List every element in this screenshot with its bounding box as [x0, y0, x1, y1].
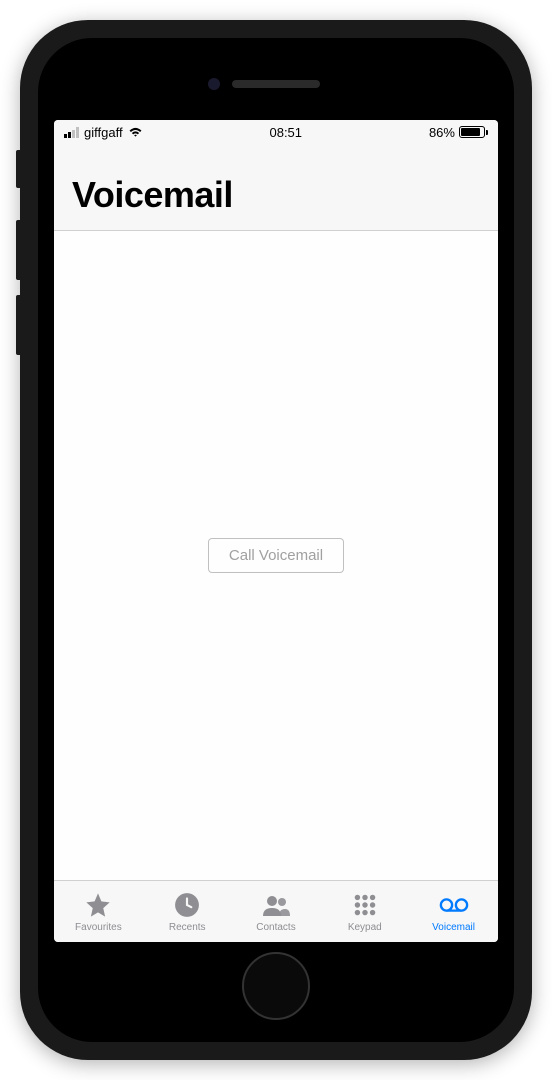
- carrier-name: giffgaff: [84, 125, 123, 140]
- keypad-icon: [350, 891, 380, 919]
- star-icon: [83, 891, 113, 919]
- content-area: Call Voicemail: [54, 231, 498, 880]
- mute-switch: [16, 150, 20, 188]
- battery-icon: [459, 126, 488, 138]
- tab-label: Contacts: [256, 922, 295, 933]
- earpiece-speaker: [232, 80, 320, 88]
- page-header: Voicemail: [54, 144, 498, 231]
- phone-bezel: giffgaff 08:51 86% Voicemail: [38, 38, 514, 1042]
- status-left: giffgaff: [64, 125, 143, 140]
- page-title: Voicemail: [72, 174, 480, 216]
- tab-label: Keypad: [348, 922, 382, 933]
- status-right: 86%: [429, 125, 488, 140]
- clock-icon: [172, 891, 202, 919]
- contacts-icon: [261, 891, 291, 919]
- tab-voicemail[interactable]: Voicemail: [409, 891, 498, 933]
- call-voicemail-button[interactable]: Call Voicemail: [208, 538, 344, 573]
- tab-bar: Favourites Recents: [54, 880, 498, 942]
- tab-label: Recents: [169, 922, 206, 933]
- volume-down-button: [16, 295, 20, 355]
- voicemail-icon: [439, 891, 469, 919]
- phone-frame: giffgaff 08:51 86% Voicemail: [20, 20, 532, 1060]
- tab-label: Favourites: [75, 922, 122, 933]
- tab-recents[interactable]: Recents: [143, 891, 232, 933]
- screen: giffgaff 08:51 86% Voicemail: [54, 120, 498, 942]
- signal-strength-icon: [64, 127, 79, 138]
- status-time: 08:51: [269, 125, 302, 140]
- tab-contacts[interactable]: Contacts: [232, 891, 321, 933]
- front-camera: [208, 78, 220, 90]
- tab-label: Voicemail: [432, 922, 475, 933]
- home-button[interactable]: [242, 952, 310, 1020]
- status-bar: giffgaff 08:51 86%: [54, 120, 498, 144]
- tab-favourites[interactable]: Favourites: [54, 891, 143, 933]
- volume-up-button: [16, 220, 20, 280]
- battery-percent: 86%: [429, 125, 455, 140]
- wifi-icon: [128, 127, 143, 138]
- tab-keypad[interactable]: Keypad: [320, 891, 409, 933]
